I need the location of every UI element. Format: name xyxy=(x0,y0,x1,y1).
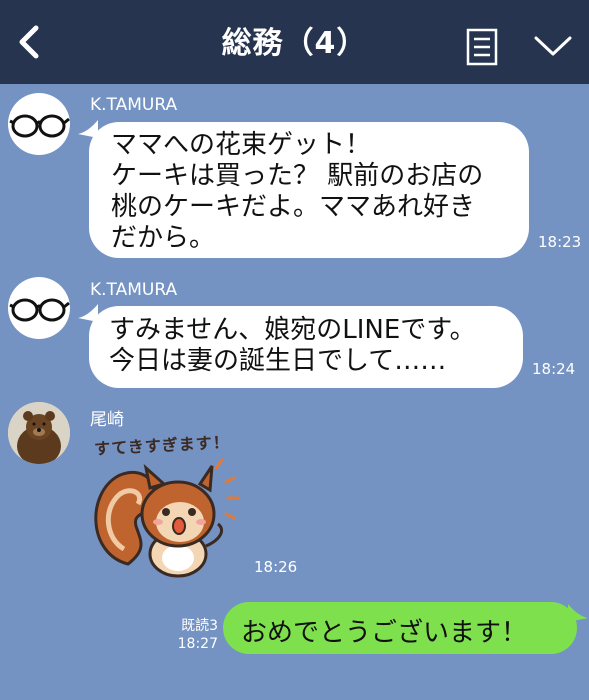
message-time: 18:24 xyxy=(532,360,576,378)
sender-name: K.TAMURA xyxy=(90,95,178,115)
squirrel-sticker-icon xyxy=(94,458,240,578)
message-time: 18:23 xyxy=(538,233,582,251)
sender-name: 尾崎 xyxy=(90,410,124,430)
read-receipt: 既読3 18:27 xyxy=(166,617,218,653)
sticker[interactable]: すてきすぎます！ xyxy=(88,430,263,580)
menu-dropdown-button[interactable] xyxy=(533,30,573,60)
read-count: 既読3 xyxy=(181,618,218,634)
glasses-icon xyxy=(9,114,70,138)
message-text: ママへの花束ゲット！ ケーキは買った？ 駅前のお店の 桃のケーキだよ。ママあれ好… xyxy=(111,130,484,253)
message-time: 18:27 xyxy=(177,636,218,652)
message-text: おめでとうございます！ xyxy=(241,618,528,648)
glasses-icon xyxy=(9,298,70,322)
outgoing-message-bubble[interactable]: おめでとうございます！ xyxy=(223,602,577,654)
chevron-down-icon xyxy=(534,36,572,56)
bear-icon xyxy=(8,402,70,464)
message-bubble[interactable]: ママへの花束ゲット！ ケーキは買った？ 駅前のお店の 桃のケーキだよ。ママあれ好… xyxy=(89,122,529,258)
message-time: 18:26 xyxy=(254,558,298,576)
message-text: すみません、娘宛のLINEです。 今日は妻の誕生日でして…… xyxy=(109,315,476,376)
chat-title: 総務（4） xyxy=(221,26,368,61)
chat-header: 総務（4） xyxy=(0,0,589,84)
sender-name: K.TAMURA xyxy=(90,280,178,300)
avatar-k-tamura[interactable] xyxy=(8,93,70,155)
message-bubble[interactable]: すみません、娘宛のLINEです。 今日は妻の誕生日でして…… xyxy=(89,306,523,388)
avatar-ozaki[interactable] xyxy=(8,402,70,464)
note-icon xyxy=(466,28,498,66)
avatar-k-tamura[interactable] xyxy=(8,277,70,339)
bubble-tail xyxy=(568,604,588,622)
note-button[interactable] xyxy=(466,28,498,66)
